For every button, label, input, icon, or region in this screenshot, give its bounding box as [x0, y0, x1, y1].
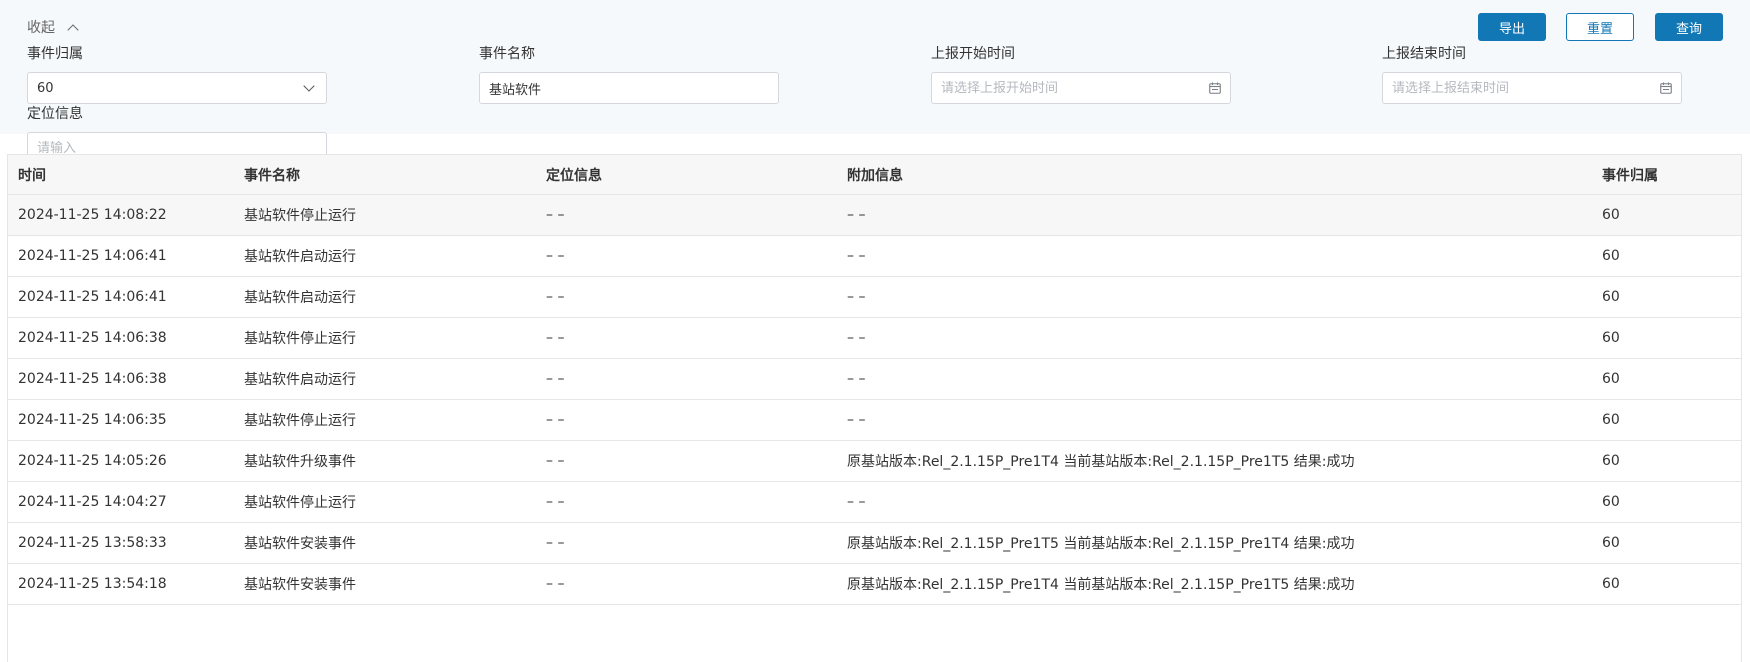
cell-location: – –	[546, 371, 565, 387]
cell-event-owner: 60	[1602, 330, 1620, 346]
cell-extra-info: – –	[847, 494, 866, 510]
cell-extra-info: – –	[847, 412, 866, 428]
cell-event-name: 基站软件停止运行	[244, 495, 356, 511]
table-row[interactable]: 2024-11-25 14:06:41 基站软件启动运行 – – – – 60	[8, 236, 1741, 277]
cell-time: 2024-11-25 14:04:27	[18, 494, 167, 510]
calendar-icon	[1660, 82, 1672, 94]
report-start-field[interactable]	[931, 72, 1231, 104]
table-row[interactable]: 2024-11-25 14:05:26 基站软件升级事件 – – 原基站版本:R…	[8, 441, 1741, 482]
cell-time: 2024-11-25 13:58:33	[18, 535, 167, 551]
report-end-input[interactable]	[1392, 80, 1660, 96]
report-start-input[interactable]	[941, 80, 1209, 96]
table-row[interactable]: 2024-11-25 13:58:33 基站软件安装事件 – – 原基站版本:R…	[8, 523, 1741, 564]
query-button[interactable]: 查询	[1655, 13, 1723, 41]
cell-extra-info: 原基站版本:Rel_2.1.15P_Pre1T4 当前基站版本:Rel_2.1.…	[847, 577, 1355, 593]
cell-location: – –	[546, 494, 565, 510]
column-header-event-name[interactable]: 事件名称	[244, 155, 300, 194]
cell-extra-info: – –	[847, 289, 866, 305]
cell-event-name: 基站软件安装事件	[244, 577, 356, 593]
collapse-toggle[interactable]: 收起	[27, 17, 79, 37]
cell-location: – –	[546, 535, 565, 551]
chevron-up-icon	[67, 23, 79, 36]
location-label: 定位信息	[27, 106, 83, 122]
event-owner-value: 60	[37, 80, 54, 96]
column-header-extra-info[interactable]: 附加信息	[847, 155, 903, 194]
cell-extra-info: 原基站版本:Rel_2.1.15P_Pre1T4 当前基站版本:Rel_2.1.…	[847, 454, 1355, 470]
cell-event-name: 基站软件停止运行	[244, 413, 356, 429]
cell-event-name: 基站软件启动运行	[244, 290, 356, 306]
export-button[interactable]: 导出	[1478, 13, 1546, 41]
cell-time: 2024-11-25 14:06:38	[18, 371, 167, 387]
cell-event-owner: 60	[1602, 576, 1620, 592]
cell-event-name: 基站软件停止运行	[244, 331, 356, 347]
report-start-label: 上报开始时间	[931, 46, 1015, 62]
cell-extra-info: – –	[847, 248, 866, 264]
event-name-input[interactable]	[489, 80, 769, 96]
event-table: 时间 事件名称 定位信息 附加信息 事件归属 2024-11-25 14:08:…	[7, 154, 1742, 662]
column-header-event-owner[interactable]: 事件归属	[1602, 155, 1658, 194]
reset-button[interactable]: 重置	[1566, 13, 1634, 41]
cell-location: – –	[546, 207, 565, 223]
cell-time: 2024-11-25 14:06:41	[18, 289, 167, 305]
cell-event-name: 基站软件启动运行	[244, 372, 356, 388]
cell-event-owner: 60	[1602, 248, 1620, 264]
cell-location: – –	[546, 412, 565, 428]
cell-time: 2024-11-25 14:08:22	[18, 207, 167, 223]
table-row[interactable]: 2024-11-25 14:06:41 基站软件启动运行 – – – – 60	[8, 277, 1741, 318]
cell-extra-info: – –	[847, 207, 866, 223]
cell-time: 2024-11-25 13:54:18	[18, 576, 167, 592]
cell-time: 2024-11-25 14:06:41	[18, 248, 167, 264]
cell-event-owner: 60	[1602, 371, 1620, 387]
table-row[interactable]: 2024-11-25 14:08:22 基站软件停止运行 – – – – 60	[8, 195, 1741, 236]
report-end-label: 上报结束时间	[1382, 46, 1466, 62]
event-owner-label: 事件归属	[27, 46, 83, 62]
cell-location: – –	[546, 453, 565, 469]
cell-event-owner: 60	[1602, 494, 1620, 510]
cell-event-name: 基站软件停止运行	[244, 208, 356, 224]
collapse-label: 收起	[27, 20, 55, 36]
cell-event-owner: 60	[1602, 453, 1620, 469]
cell-location: – –	[546, 289, 565, 305]
cell-location: – –	[546, 330, 565, 346]
table-row[interactable]: 2024-11-25 14:06:35 基站软件停止运行 – – – – 60	[8, 400, 1741, 441]
report-end-field[interactable]	[1382, 72, 1682, 104]
cell-time: 2024-11-25 14:06:35	[18, 412, 167, 428]
cell-event-name: 基站软件安装事件	[244, 536, 356, 552]
event-name-field[interactable]	[479, 72, 779, 104]
chevron-down-icon	[303, 80, 315, 92]
cell-event-owner: 60	[1602, 412, 1620, 428]
calendar-icon	[1209, 82, 1221, 94]
table-row[interactable]: 2024-11-25 13:54:18 基站软件安装事件 – – 原基站版本:R…	[8, 564, 1741, 605]
table-row[interactable]: 2024-11-25 14:06:38 基站软件停止运行 – – – – 60	[8, 318, 1741, 359]
cell-event-name: 基站软件启动运行	[244, 249, 356, 265]
cell-event-owner: 60	[1602, 207, 1620, 223]
cell-time: 2024-11-25 14:05:26	[18, 453, 167, 469]
column-header-location[interactable]: 定位信息	[546, 155, 602, 194]
cell-location: – –	[546, 576, 565, 592]
cell-extra-info: – –	[847, 330, 866, 346]
cell-location: – –	[546, 248, 565, 264]
cell-event-name: 基站软件升级事件	[244, 454, 356, 470]
cell-event-owner: 60	[1602, 289, 1620, 305]
column-header-time[interactable]: 时间	[18, 155, 46, 194]
table-row[interactable]: 2024-11-25 14:06:38 基站软件启动运行 – – – – 60	[8, 359, 1741, 400]
event-name-label: 事件名称	[479, 46, 535, 62]
cell-time: 2024-11-25 14:06:38	[18, 330, 167, 346]
cell-event-owner: 60	[1602, 535, 1620, 551]
table-header: 时间 事件名称 定位信息 附加信息 事件归属	[8, 155, 1741, 195]
filter-panel: 收起 导出 重置 查询 事件归属 60 事件名称 上报开始时间 上报结束时间	[0, 0, 1750, 164]
event-owner-select[interactable]: 60	[27, 72, 327, 104]
cell-extra-info: 原基站版本:Rel_2.1.15P_Pre1T5 当前基站版本:Rel_2.1.…	[847, 536, 1355, 552]
table-row[interactable]: 2024-11-25 14:04:27 基站软件停止运行 – – – – 60	[8, 482, 1741, 523]
cell-extra-info: – –	[847, 371, 866, 387]
